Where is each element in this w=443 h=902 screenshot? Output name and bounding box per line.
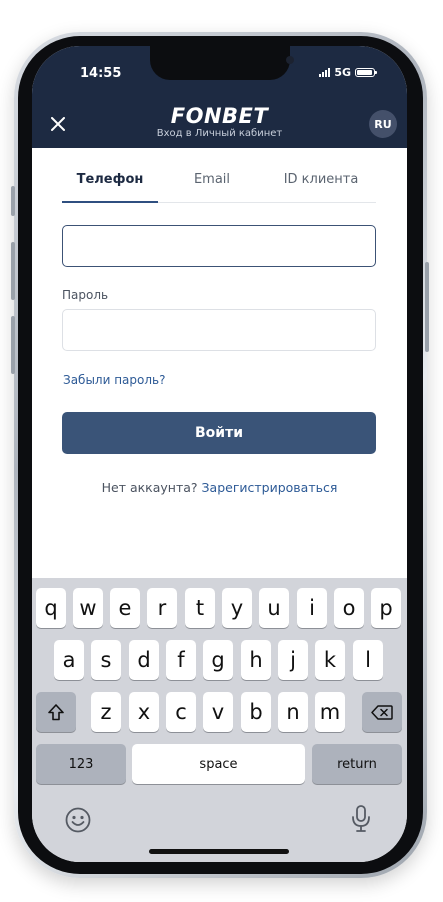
no-account-text: Нет аккаунта? [101,480,198,495]
key-b[interactable]: b [241,692,271,732]
shift-key[interactable] [36,692,76,732]
key-y[interactable]: y [222,588,252,628]
phone-volume-up [11,242,15,300]
phone-input[interactable] [62,225,376,267]
key-g[interactable]: g [203,640,233,680]
key-t[interactable]: t [185,588,215,628]
password-label: Пароль [62,288,109,302]
emoji-button[interactable] [64,806,92,834]
key-l[interactable]: l [353,640,383,680]
key-k[interactable]: k [315,640,345,680]
key-a[interactable]: a [54,640,84,680]
status-time: 14:55 [80,66,122,81]
tab-phone[interactable]: Телефон [62,172,158,203]
login-button[interactable]: Войти [62,412,376,454]
tab-client-id[interactable]: ID клиента [266,172,376,202]
shift-icon [48,703,64,720]
app-header: FONBET Вход в Личный кабинет RU [32,100,407,148]
key-n[interactable]: n [278,692,308,732]
key-j[interactable]: j [278,640,308,680]
emoji-icon [65,807,91,833]
camera-icon [286,56,294,64]
key-d[interactable]: d [129,640,159,680]
return-key[interactable]: return [312,744,402,784]
status-indicators: 5G [319,66,377,79]
brand-logo: FONBET [170,104,269,128]
forgot-password-link[interactable]: Забыли пароль? [63,373,165,387]
app-header-area: 14:55 5G FONBET Вход в Личный кабинет RU [32,46,407,148]
battery-icon [355,68,377,77]
register-link[interactable]: Зарегистрироваться [202,480,338,495]
page-subtitle: Вход в Личный кабинет [156,128,283,139]
signal-icon [319,68,331,77]
keyboard: q w e r t y u i o p a s d f g h j k l z … [32,578,407,862]
key-f[interactable]: f [166,640,196,680]
microphone-icon [352,805,370,832]
key-p[interactable]: p [371,588,401,628]
login-method-tabs: Телефон Email ID клиента [62,172,376,203]
dictation-button[interactable] [349,804,373,834]
key-x[interactable]: x [129,692,159,732]
language-button[interactable]: RU [369,110,397,138]
key-s[interactable]: s [91,640,121,680]
brand: FONBET Вход в Личный кабинет [32,104,407,140]
phone-screen: 14:55 5G FONBET Вход в Личный кабинет RU… [32,46,407,862]
key-w[interactable]: w [73,588,103,628]
key-v[interactable]: v [203,692,233,732]
key-o[interactable]: o [334,588,364,628]
backspace-key[interactable] [362,692,402,732]
phone-power-button [425,262,429,352]
backspace-icon [371,704,393,720]
key-u[interactable]: u [259,588,289,628]
numbers-key[interactable]: 123 [36,744,126,784]
phone-volume-down [11,316,15,374]
key-e[interactable]: e [110,588,140,628]
space-key[interactable]: space [132,744,305,784]
phone-silent-switch [11,186,15,216]
notch [150,46,294,80]
key-i[interactable]: i [297,588,327,628]
key-q[interactable]: q [36,588,66,628]
password-input[interactable] [62,309,376,351]
tab-email[interactable]: Email [158,172,266,202]
key-c[interactable]: c [166,692,196,732]
key-h[interactable]: h [241,640,271,680]
register-line: Нет аккаунта? Зарегистрироваться [32,480,407,495]
key-r[interactable]: r [147,588,177,628]
key-z[interactable]: z [91,692,121,732]
home-indicator[interactable] [149,849,289,854]
network-label: 5G [334,66,351,79]
key-m[interactable]: m [315,692,345,732]
